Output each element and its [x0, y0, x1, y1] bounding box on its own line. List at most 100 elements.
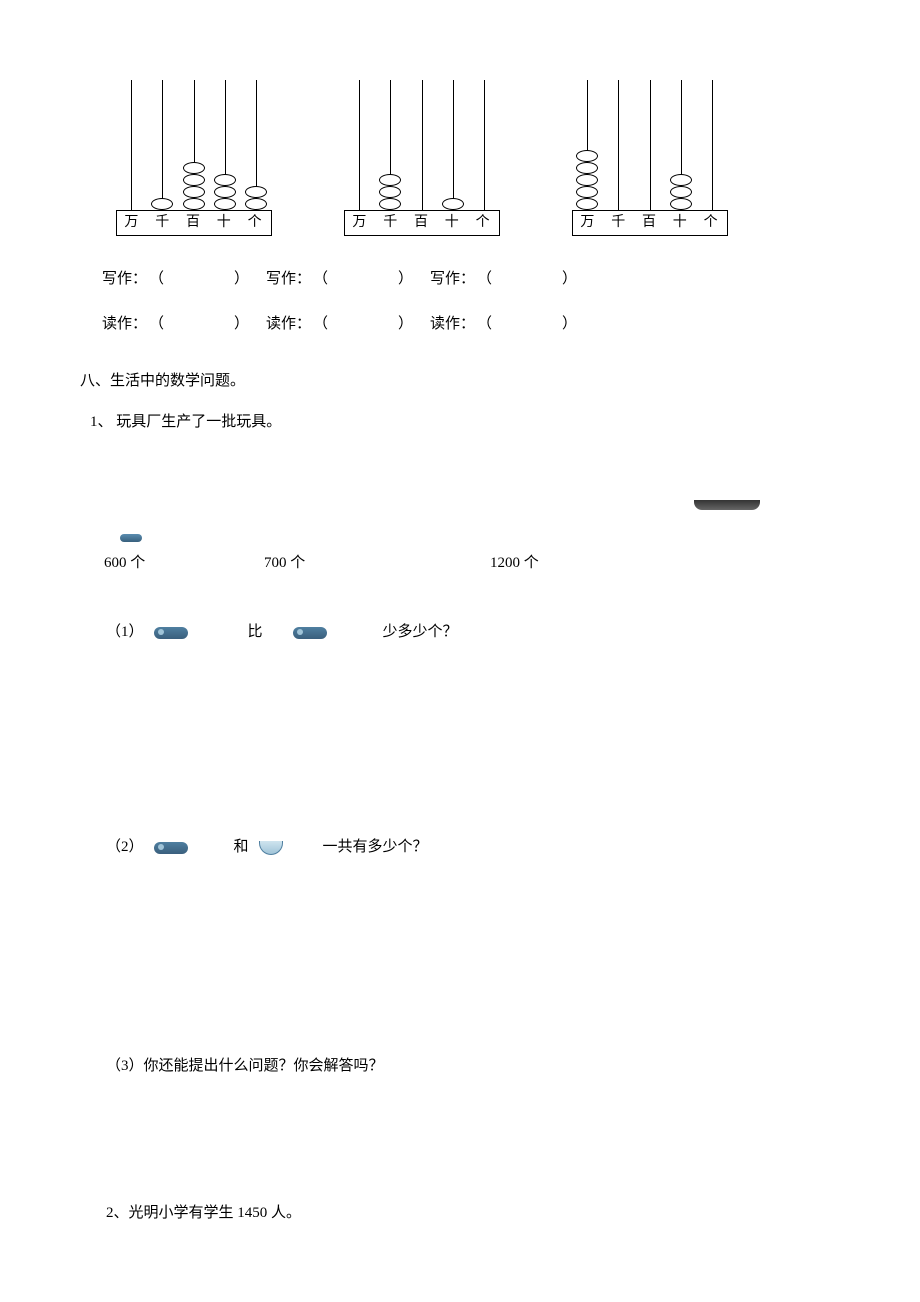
- place-label: 十: [209, 210, 240, 235]
- place-label: 个: [696, 210, 727, 235]
- read-blank-2[interactable]: 读作： （ ）: [266, 311, 430, 338]
- paren-close: ）: [398, 311, 413, 338]
- place-label: 个: [240, 210, 271, 235]
- write-blank-3[interactable]: 写作： （ ）: [430, 266, 604, 293]
- read-blank-1[interactable]: 读作： （ ）: [102, 311, 266, 338]
- abacus-base: 万 千 百 十 个: [572, 210, 728, 236]
- toy-image-a: [120, 534, 142, 542]
- bead: [183, 186, 205, 198]
- place-label: 个: [468, 210, 499, 235]
- write-blank-2[interactable]: 写作： （ ）: [266, 266, 430, 293]
- bead: [576, 162, 598, 174]
- place-label: 百: [635, 210, 666, 235]
- bead: [670, 174, 692, 186]
- bead: [576, 150, 598, 162]
- abacus-frame: [572, 80, 728, 210]
- q1-sub2: （2） 和 一共有多少个？: [0, 834, 920, 861]
- section-8-title: 八、生活中的数学问题。: [0, 368, 920, 395]
- count-a: 600 个: [104, 550, 264, 577]
- read-blank-3[interactable]: 读作： （ ）: [430, 311, 604, 338]
- place-label: 千: [376, 210, 407, 235]
- toy-image-c: [694, 500, 760, 510]
- place-label: 百: [179, 210, 210, 235]
- place-label: 十: [665, 210, 696, 235]
- abacus-row: 万 千 百 十 个 万 千 百 十 个: [0, 0, 920, 236]
- toy-icon-c: [259, 841, 283, 855]
- text-tail: 一共有多少个？: [323, 834, 428, 861]
- bead: [576, 198, 598, 210]
- paren-close: ）: [562, 311, 577, 338]
- bead: [379, 174, 401, 186]
- bead: [379, 198, 401, 210]
- bead: [576, 186, 598, 198]
- place-label: 千: [148, 210, 179, 235]
- text-mid: 和: [234, 834, 249, 861]
- q1-sub3: （3）你还能提出什么问题？你会解答吗？: [0, 1053, 920, 1080]
- paren-open: （: [149, 266, 164, 293]
- rod: [131, 80, 132, 210]
- toy-image-row: [0, 500, 920, 536]
- rod: [453, 80, 454, 210]
- bead: [379, 186, 401, 198]
- write-label: 写作：: [430, 266, 475, 293]
- read-label: 读作：: [102, 311, 147, 338]
- bead: [151, 198, 173, 210]
- toy-icon-a: [154, 627, 188, 639]
- rod: [162, 80, 163, 210]
- q1-title: 1、 玩具厂生产了一批玩具。: [0, 409, 920, 436]
- rod: [359, 80, 360, 210]
- text-tail: 少多少个？: [383, 619, 458, 646]
- paren-open: （: [149, 311, 164, 338]
- paren-close: ）: [562, 266, 577, 293]
- bead: [183, 162, 205, 174]
- sub-num: （2）: [106, 834, 144, 861]
- bead: [245, 198, 267, 210]
- toy-icon-b: [293, 627, 327, 639]
- rod: [422, 80, 423, 210]
- rod: [712, 80, 713, 210]
- rod: [484, 80, 485, 210]
- toy-icon-a: [154, 842, 188, 854]
- paren-close: ）: [398, 266, 413, 293]
- q1-sub1: （1） 比 少多少个？: [0, 619, 920, 646]
- q2-text: 2、光明小学有学生 1450 人。: [0, 1200, 920, 1227]
- sub-num: （1）: [106, 619, 144, 646]
- paren-open: （: [477, 266, 492, 293]
- text-mid: 比: [248, 619, 263, 646]
- bead: [670, 198, 692, 210]
- place-label: 百: [407, 210, 438, 235]
- read-label: 读作：: [430, 311, 475, 338]
- bead: [670, 186, 692, 198]
- write-row: 写作： （ ） 写作： （ ） 写作： （ ）: [0, 266, 920, 293]
- place-label: 十: [437, 210, 468, 235]
- bead: [245, 186, 267, 198]
- rod: [650, 80, 651, 210]
- paren-open: （: [477, 311, 492, 338]
- bead: [214, 198, 236, 210]
- abacus-frame: [116, 80, 272, 210]
- paren-open: （: [313, 311, 328, 338]
- bead: [183, 174, 205, 186]
- paren-open: （: [313, 266, 328, 293]
- paren-close: ）: [234, 311, 249, 338]
- bead: [576, 174, 598, 186]
- abacus-frame: [344, 80, 500, 210]
- abacus-3: 万 千 百 十 个: [572, 80, 728, 236]
- count-b: 700 个: [264, 550, 490, 577]
- count-c: 1200 个: [490, 550, 539, 577]
- abacus-base: 万 千 百 十 个: [344, 210, 500, 236]
- bead: [214, 174, 236, 186]
- counts-row: 600 个 700 个 1200 个: [0, 550, 920, 577]
- place-label: 万: [573, 210, 604, 235]
- bead: [183, 198, 205, 210]
- write-label: 写作：: [102, 266, 147, 293]
- write-blank-1[interactable]: 写作： （ ）: [102, 266, 266, 293]
- place-label: 万: [345, 210, 376, 235]
- abacus-2: 万 千 百 十 个: [344, 80, 500, 236]
- bead: [214, 186, 236, 198]
- read-row: 读作： （ ） 读作： （ ） 读作： （ ）: [0, 311, 920, 338]
- paren-close: ）: [234, 266, 249, 293]
- place-label: 万: [117, 210, 148, 235]
- write-label: 写作：: [266, 266, 311, 293]
- place-label: 千: [604, 210, 635, 235]
